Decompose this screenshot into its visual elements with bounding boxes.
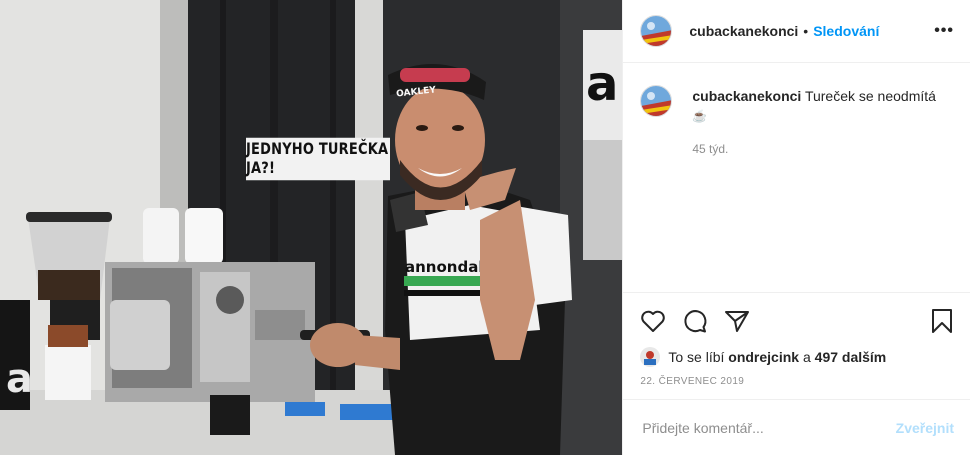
- likes-count[interactable]: 497 dalším: [815, 349, 887, 365]
- publish-button[interactable]: Zveřejnit: [896, 420, 954, 436]
- author-avatar[interactable]: [640, 15, 673, 47]
- author-username[interactable]: cubackanekonci: [689, 23, 798, 39]
- action-icons: [640, 293, 954, 349]
- liker-avatar[interactable]: [640, 347, 661, 367]
- comment-text: Tureček se neodmítá: [804, 88, 936, 104]
- likes-line: To se líbí ondrejcink a 497 dalším: [640, 346, 954, 368]
- instagram-post: al a: [0, 0, 970, 455]
- post-sidebar: cubackanekonci • Sledování ••• cubackane…: [623, 0, 970, 455]
- svg-text:al: al: [586, 56, 623, 112]
- post-actions: To se líbí ondrejcink a 497 dalším 22. Č…: [623, 292, 970, 399]
- post-photo[interactable]: al a: [0, 0, 624, 455]
- post-date[interactable]: 22. ČERVENEC 2019: [640, 376, 954, 387]
- add-comment-bar: Zveřejnit: [623, 399, 970, 455]
- comment-input[interactable]: [640, 418, 896, 437]
- comments-section: cubackanekonci Tureček se neodmítá ☕ 45 …: [623, 63, 970, 292]
- post-header: cubackanekonci • Sledování •••: [623, 0, 970, 63]
- bookmark-icon[interactable]: [930, 308, 954, 334]
- caption-comment: cubackanekonci Tureček se neodmítá ☕: [640, 85, 954, 126]
- photo-caption-overlay: JEDNYHO TUREČKA JA?!: [246, 137, 390, 181]
- more-options-icon[interactable]: •••: [934, 22, 954, 40]
- coffee-emoji: ☕: [692, 109, 708, 123]
- photo-illustration: al a: [0, 0, 623, 455]
- share-paper-plane-icon[interactable]: [724, 309, 750, 333]
- comment-timestamp[interactable]: 45 týd.: [692, 142, 954, 156]
- comment-avatar[interactable]: [640, 85, 673, 117]
- likes-prefix: To se líbí: [668, 349, 725, 365]
- avatar-image-icon: [641, 16, 672, 46]
- likes-middle: a: [802, 349, 811, 365]
- liker-avatar-image-icon: [640, 347, 661, 367]
- separator-dot: •: [803, 23, 809, 39]
- liker-username[interactable]: ondrejcink: [728, 349, 799, 365]
- like-heart-icon[interactable]: [640, 309, 666, 333]
- comment-body: cubackanekonci Tureček se neodmítá ☕: [692, 85, 936, 126]
- following-button[interactable]: Sledování: [813, 23, 879, 39]
- comment-bubble-icon[interactable]: [682, 308, 708, 334]
- svg-text:a: a: [6, 356, 33, 402]
- comment-username[interactable]: cubackanekonci: [692, 88, 801, 104]
- avatar-image-icon: [641, 86, 672, 116]
